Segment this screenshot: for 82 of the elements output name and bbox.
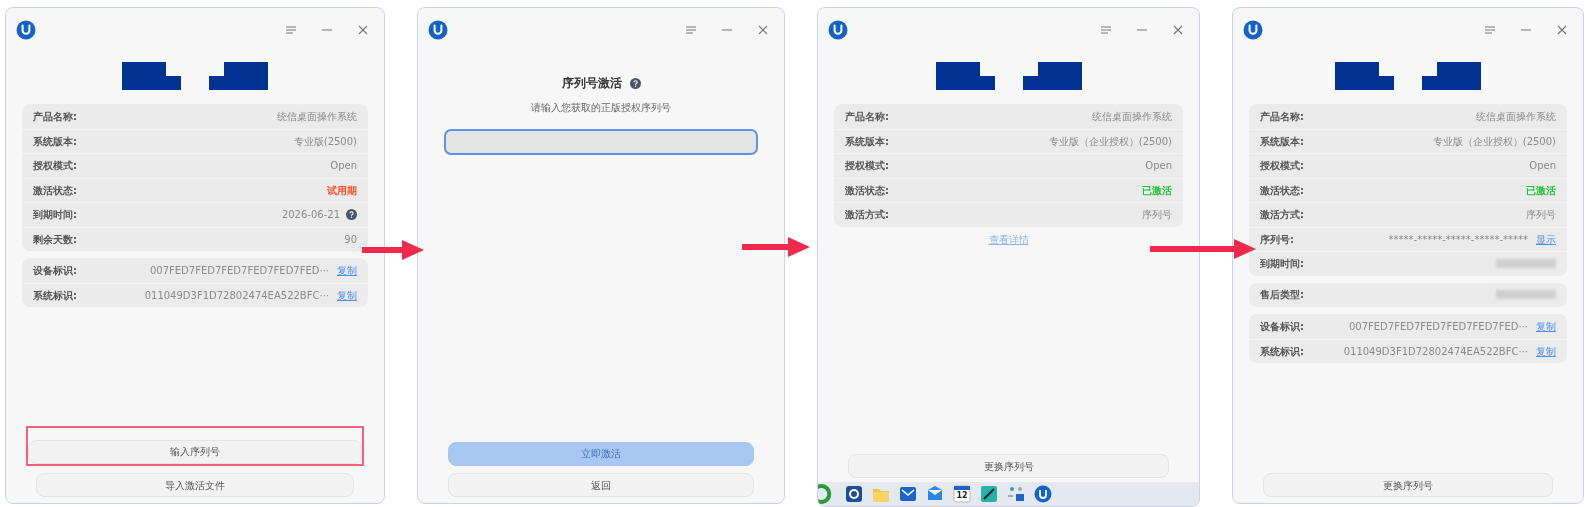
- field-value: Open: [330, 159, 357, 174]
- field-value: 序列号: [1142, 208, 1172, 223]
- app-logo-icon[interactable]: [1034, 484, 1052, 504]
- help-icon[interactable]: [346, 209, 357, 221]
- action-link[interactable]: 复制: [1536, 343, 1556, 359]
- field-value: 90: [344, 232, 357, 247]
- field-label: 到期时间:: [1260, 257, 1304, 272]
- field-label: 激活状态:: [1260, 183, 1304, 198]
- field-value: 序列号: [1526, 208, 1556, 223]
- close-icon: [1557, 25, 1567, 35]
- field-value: Open: [1529, 159, 1556, 174]
- field-label: 系统版本:: [1260, 134, 1304, 149]
- action-link[interactable]: 复制: [1536, 318, 1556, 334]
- field-value: 专业版（企业授权）(2500): [1432, 134, 1556, 149]
- field-value: 011049D3F1D72802474EA522BFC···: [1343, 344, 1528, 359]
- help-icon[interactable]: [629, 77, 641, 89]
- field-value: *****-*****-*****-*****-*****: [1388, 232, 1528, 247]
- details-link[interactable]: 查看详情: [988, 231, 1029, 247]
- field-value: 007FED7FED7FED7FED7FED7FED···: [1348, 319, 1528, 334]
- calendar-icon[interactable]: 12: [953, 484, 971, 504]
- field-label: 到期时间:: [33, 208, 77, 223]
- action-link[interactable]: 显示: [1536, 231, 1556, 247]
- field-label: 授权模式:: [1260, 159, 1304, 174]
- action-button[interactable]: 更换序列号: [848, 454, 1169, 478]
- status-value: 已激活: [1142, 183, 1172, 198]
- field-label: 激活状态:: [33, 183, 77, 198]
- app-logo-icon: [16, 20, 36, 40]
- action-link[interactable]: 复制: [337, 287, 357, 303]
- action-button[interactable]: 导入激活文件: [36, 473, 354, 497]
- date-value: 2026-06-21: [281, 208, 340, 223]
- field-value: 专业版(2500): [293, 134, 357, 149]
- field-value: 011049D3F1D72802474EA522BFC···: [144, 288, 329, 303]
- status-value: 已激活: [1526, 183, 1556, 198]
- field-value: Open: [1145, 159, 1172, 174]
- field-label: 产品名称:: [845, 109, 889, 124]
- blurred-value: [1496, 290, 1556, 300]
- app-logo-icon: [1243, 20, 1263, 40]
- field-label: 授权模式:: [33, 159, 77, 174]
- menu-icon: [1100, 25, 1112, 35]
- field-label: 激活方式:: [845, 208, 889, 223]
- field-label: 激活方式:: [1260, 208, 1304, 223]
- field-value: 007FED7FED7FED7FED7FED7FED···: [149, 263, 329, 278]
- field-label: 系统版本:: [33, 134, 77, 149]
- field-label: 产品名称:: [1260, 109, 1304, 124]
- app-logo-icon: [428, 20, 448, 40]
- close-icon: [358, 25, 368, 35]
- pen-app-icon[interactable]: [980, 484, 998, 504]
- action-button[interactable]: 输入序列号: [28, 439, 362, 464]
- field-label: 剩余天数:: [33, 232, 77, 247]
- field-label: 序列号:: [1260, 232, 1294, 247]
- field-label: 系统标识:: [33, 288, 77, 303]
- field-label: 设备标识:: [1260, 319, 1304, 334]
- serial-input-field[interactable]: [444, 129, 758, 155]
- field-label: 产品名称:: [33, 109, 77, 124]
- dialog-subtitle: 请输入您获取的正版授权序列号: [530, 101, 672, 115]
- action-link[interactable]: 复制: [337, 262, 357, 278]
- field-label: 激活状态:: [845, 183, 889, 198]
- field-label: 系统标识:: [1260, 344, 1304, 359]
- field-label: 售后类型:: [1260, 288, 1304, 303]
- field-value: 统信桌面操作系统: [277, 109, 357, 124]
- menu-icon: [285, 25, 297, 35]
- pointer-arrow: [742, 236, 810, 258]
- close-icon: [1173, 25, 1183, 35]
- app-logo-icon: [828, 20, 848, 40]
- dialog-heading: 序列号激活: [561, 75, 622, 92]
- blurred-value: [1496, 259, 1556, 269]
- close-icon: [758, 25, 768, 35]
- field-label: 授权模式:: [845, 159, 889, 174]
- menu-icon: [1484, 25, 1496, 35]
- field-value: 专业版（企业授权）(2500): [1048, 134, 1172, 149]
- gear-app-icon[interactable]: [845, 484, 863, 504]
- status-value: 试用期: [327, 183, 357, 198]
- action-button[interactable]: 返回: [448, 473, 754, 497]
- calendar-day: 12: [953, 490, 971, 502]
- field-label: 设备标识:: [33, 263, 77, 278]
- mail-icon[interactable]: [899, 484, 917, 504]
- menu-icon: [685, 25, 697, 35]
- field-label: 系统版本:: [845, 134, 889, 149]
- field-value: 统信桌面操作系统: [1092, 109, 1172, 124]
- action-button[interactable]: 更换序列号: [1263, 473, 1553, 497]
- field-value: 统信桌面操作系统: [1476, 109, 1556, 124]
- pointer-arrow: [362, 239, 424, 261]
